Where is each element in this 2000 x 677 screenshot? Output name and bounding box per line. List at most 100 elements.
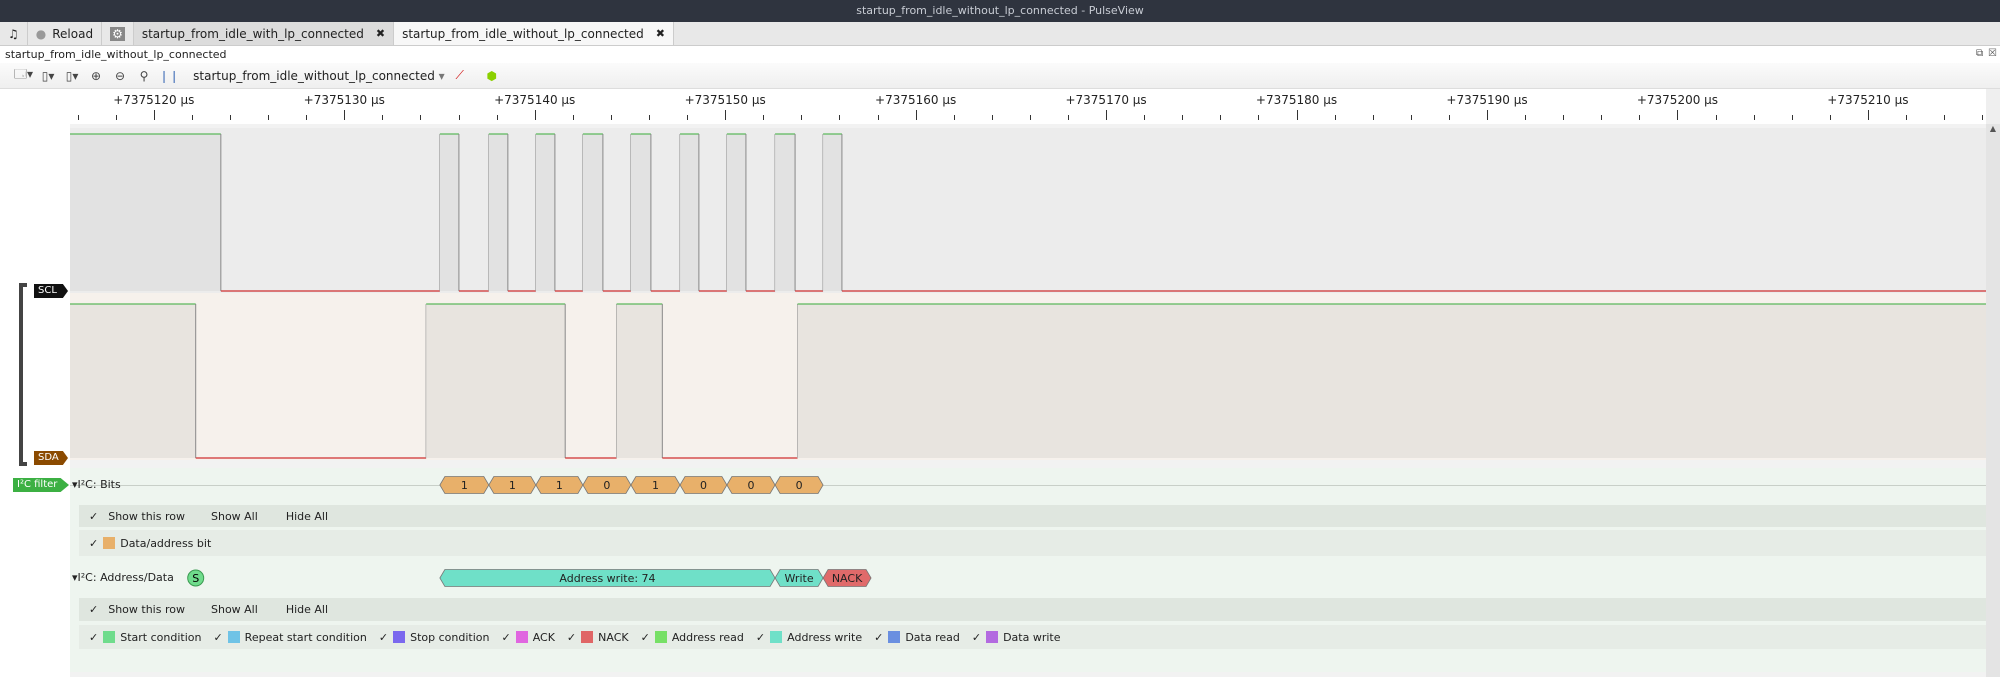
minor-tick	[1944, 115, 1946, 120]
settings-icon: ⚙	[110, 26, 125, 41]
minor-tick	[687, 115, 689, 120]
zoom-fit-icon[interactable]: ⚲	[135, 66, 153, 86]
zoom-in-icon[interactable]: ⊕	[87, 66, 105, 86]
minor-tick	[1906, 115, 1907, 120]
main-toolbar: 🗔▾ ▯▾ ▯▾ ⊕ ⊖ ⚲ ❘❘ startup_from_idle_with…	[0, 63, 2000, 89]
minor-tick	[953, 115, 955, 120]
window-title: startup_from_idle_without_lp_connected -…	[0, 0, 2000, 22]
minor-tick	[1601, 115, 1603, 120]
new-session-button[interactable]: ♫	[0, 22, 28, 45]
high-level-fill	[797, 304, 1986, 458]
tab-session-without-lp[interactable]: startup_from_idle_without_lp_connected ✖	[394, 22, 674, 45]
high-level-fill	[726, 134, 746, 291]
minor-tick	[496, 115, 498, 120]
minor-tick	[877, 115, 879, 120]
close-panel-icon[interactable]: ☒	[1988, 48, 1997, 59]
save-icon[interactable]: ▯▾	[39, 66, 57, 86]
major-tick	[153, 110, 155, 120]
minor-tick	[191, 115, 193, 120]
ruler-label: +7375120 µs	[113, 93, 195, 107]
annotation: 0	[774, 476, 824, 494]
vertical-scrollbar[interactable]: ▲	[1986, 124, 2000, 677]
tab-label: startup_from_idle_with_lp_connected	[141, 26, 364, 41]
minor-tick	[1715, 115, 1717, 120]
probe-icon[interactable]: ⟋	[451, 66, 469, 86]
minor-tick	[610, 115, 612, 120]
cursor-icon[interactable]: ❘❘	[159, 66, 179, 86]
session-filename: startup_from_idle_without_lp_connected	[0, 46, 2000, 63]
close-icon[interactable]: ✖	[656, 27, 665, 40]
high-level-fill	[582, 134, 603, 291]
minor-tick	[1448, 115, 1450, 120]
open-file-icon[interactable]: 🗔▾	[14, 66, 33, 86]
signal-label-scl[interactable]: SCL	[34, 284, 68, 298]
close-icon[interactable]: ✖	[376, 27, 385, 40]
session-icon: ♫	[8, 26, 19, 41]
high-level-fill	[535, 134, 555, 291]
annotation: 1	[488, 476, 537, 494]
annotation: 0	[726, 476, 776, 494]
ruler-label: +7375180 µs	[1255, 93, 1338, 107]
ruler-label: +7375170 µs	[1065, 93, 1147, 107]
minor-tick	[1791, 115, 1793, 120]
reload-button[interactable]: ● Reload	[28, 22, 103, 45]
tab-settings-icon[interactable]: ⚙	[102, 22, 134, 45]
minor-tick	[1258, 115, 1260, 120]
annotation-text: Address write: 74	[559, 572, 655, 585]
annotation-text: NACK	[832, 572, 863, 585]
high-level-fill	[70, 134, 221, 291]
decoder-filter-label[interactable]: I²C filter	[13, 478, 69, 492]
minor-tick	[306, 115, 308, 120]
tab-session-with-lp[interactable]: startup_from_idle_with_lp_connected ✖	[133, 22, 395, 45]
annotation-text: 1	[556, 479, 563, 492]
minor-tick	[1410, 115, 1412, 120]
high-level-fill	[439, 134, 459, 291]
ruler-label: +7375150 µs	[684, 93, 766, 107]
undock-icon[interactable]: ⧉	[1976, 48, 1983, 59]
minor-tick	[801, 115, 803, 120]
minor-tick	[77, 115, 79, 120]
major-tick	[1677, 110, 1679, 120]
annotation-text: 1	[652, 479, 659, 492]
minor-tick	[115, 115, 117, 120]
annotation-text: 0	[700, 479, 707, 492]
minor-tick	[1639, 115, 1641, 120]
minor-tick	[763, 115, 765, 120]
minor-tick	[1334, 115, 1336, 120]
ruler-label: +7375200 µs	[1636, 93, 1719, 107]
reload-icon: ●	[35, 26, 47, 41]
trace-background	[70, 128, 1986, 293]
tab-label: startup_from_idle_without_lp_connected	[402, 26, 644, 41]
ruler-label: +7375210 µs	[1827, 93, 1909, 107]
major-tick	[344, 110, 346, 120]
add-channel-icon[interactable]: ▯▾	[63, 66, 81, 86]
annotation-text: Write	[785, 572, 814, 585]
minor-tick	[382, 115, 384, 120]
high-level-fill	[426, 304, 566, 458]
minor-tick	[1372, 115, 1374, 120]
minor-tick	[1067, 115, 1069, 120]
annotation-text: 0	[796, 479, 803, 492]
minor-tick	[839, 115, 841, 120]
minor-tick	[1563, 115, 1565, 120]
device-select[interactable]: startup_from_idle_without_lp_connected ▾	[193, 69, 445, 83]
annotation: Write	[774, 569, 824, 587]
minor-tick	[572, 115, 574, 120]
ruler-label: +7375130 µs	[303, 93, 385, 107]
minor-tick	[1829, 115, 1831, 120]
decoder-icon[interactable]: ⬢	[483, 66, 501, 86]
minor-tick	[268, 115, 270, 120]
zoom-out-icon[interactable]: ⊖	[111, 66, 129, 86]
time-ruler[interactable]: +7375120 µs +7375130 µs +7375140 µs +737515…	[70, 89, 1986, 124]
annotation: 1	[439, 476, 490, 494]
minor-tick	[1753, 115, 1755, 120]
annotation-text: 0	[603, 479, 610, 492]
signal-label-sda[interactable]: SDA	[34, 451, 68, 465]
minor-tick	[1182, 115, 1184, 120]
reload-label: Reload	[52, 26, 94, 41]
minor-tick	[458, 115, 460, 120]
start-marker-text: S	[192, 572, 199, 585]
ruler-label: +7375160 µs	[875, 93, 957, 107]
channel-header-panel	[0, 89, 70, 677]
annotation: Address write: 74	[439, 569, 776, 587]
